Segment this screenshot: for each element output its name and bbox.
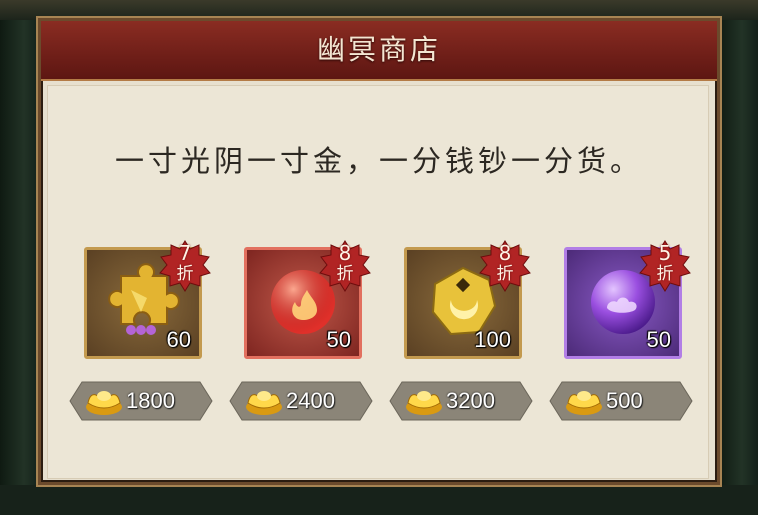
discount-unit: 折 <box>656 264 674 284</box>
shop-item-3[interactable]: 100 8 折 <box>404 240 531 359</box>
shop-item-4[interactable]: 50 5 折 <box>564 240 691 359</box>
discount-unit: 折 <box>176 264 194 284</box>
price-button-4[interactable]: 500 <box>548 380 694 422</box>
shop-motto: 一寸光阴一寸金，一分钱钞一分货。 <box>114 144 643 178</box>
background-top <box>0 0 758 20</box>
discount-badge: 7 折 <box>159 240 211 292</box>
discount-unit: 折 <box>496 264 514 284</box>
discount-value: 8 <box>338 241 352 265</box>
background-pillar-left <box>0 20 40 490</box>
shop-item-1[interactable]: 60 7 折 <box>84 240 211 359</box>
discount-value: 8 <box>498 241 512 265</box>
discount-value: 5 <box>658 241 672 265</box>
discount-badge: 8 折 <box>319 240 371 292</box>
item-count: 60 <box>166 327 191 352</box>
shop-item-2[interactable]: 50 8 折 <box>244 240 371 359</box>
background-bottom <box>0 485 758 515</box>
item-count: 50 <box>646 327 671 352</box>
gold-ingot-icon <box>246 391 282 415</box>
discount-badge: 8 折 <box>479 240 531 292</box>
price-amount: 2400 <box>286 388 335 413</box>
background-pillar-right <box>718 20 758 490</box>
price-amount: 3200 <box>446 388 495 413</box>
shop-title: 幽冥商店 <box>316 33 441 66</box>
gold-ingot-icon <box>406 391 442 415</box>
discount-value: 7 <box>178 241 192 265</box>
discount-unit: 折 <box>336 264 354 284</box>
dialog-header: 幽冥商店 <box>41 21 717 81</box>
gold-ingot-icon <box>566 391 602 415</box>
price-button-1[interactable]: 1800 <box>68 380 214 422</box>
discount-badge: 5 折 <box>639 240 691 292</box>
price-amount: 500 <box>606 388 643 413</box>
gold-ingot-icon <box>86 391 122 415</box>
price-button-3[interactable]: 3200 <box>388 380 534 422</box>
price-amount: 1800 <box>126 388 175 413</box>
item-count: 50 <box>326 327 351 352</box>
item-count: 100 <box>474 327 511 352</box>
price-button-2[interactable]: 2400 <box>228 380 374 422</box>
